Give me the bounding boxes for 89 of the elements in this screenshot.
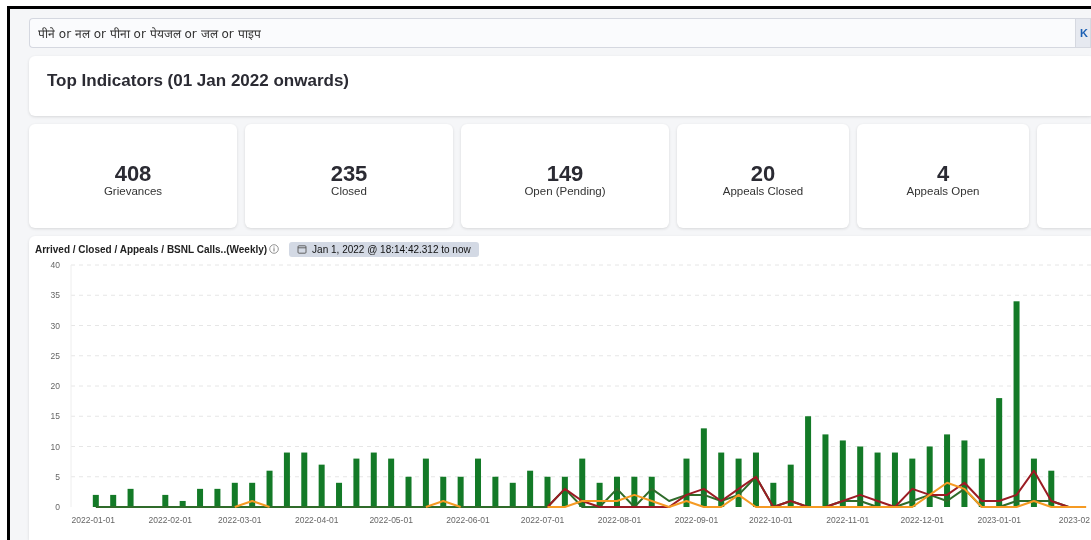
chart-bar: [1048, 470, 1055, 507]
chart-bar: [249, 482, 256, 507]
chart-bar: [683, 458, 690, 507]
stat-label: Appeals Open: [906, 185, 980, 197]
y-axis-label: 20: [50, 381, 60, 391]
stat-value: 149: [546, 163, 584, 185]
chart-bar: [561, 476, 568, 507]
stat-label: Open (Pending): [524, 185, 606, 197]
chart-bar: [544, 476, 551, 507]
x-axis-label: 2022-06-01: [446, 515, 490, 525]
chart-bar: [631, 476, 638, 507]
x-axis-label: 2022-02-01: [148, 515, 192, 525]
chart-bar: [770, 482, 777, 507]
stat-value: 408: [114, 163, 152, 185]
chart-bar: [596, 482, 603, 507]
y-axis-label: 5: [55, 471, 60, 482]
x-axis-label: 2023-01-01: [977, 515, 1021, 525]
chart-bar: [978, 458, 985, 507]
chart-bar: [509, 482, 516, 507]
stat-label: Closed: [331, 185, 367, 197]
chart-bar: [926, 446, 933, 507]
y-axis-label: 0: [55, 502, 60, 512]
chart-bar: [475, 458, 481, 507]
chart-bar: [1030, 458, 1037, 507]
chart-bar: [197, 488, 204, 507]
stat-value: 235: [330, 163, 368, 185]
chart-bar: [752, 452, 759, 507]
x-axis-label: 2022-09-01: [674, 515, 719, 525]
chart-bar: [214, 488, 221, 507]
x-axis-label: 2022-11-01: [826, 515, 870, 525]
chart-bar: [283, 452, 290, 507]
x-axis-label: 2022-08-01: [597, 515, 642, 525]
chart-bar: [231, 482, 238, 507]
chart-bar: [266, 470, 273, 507]
chart-bar: [318, 464, 325, 507]
chart-bar: [579, 458, 586, 507]
chart-bar: [787, 464, 794, 507]
chart-bar: [179, 500, 186, 507]
chart-bar: [614, 476, 620, 507]
y-axis-label: 10: [50, 441, 60, 452]
x-axis-label: 2022-05-01: [369, 515, 413, 525]
y-axis-label: 25: [50, 350, 60, 361]
x-axis-label: 2022-01-01: [71, 515, 116, 525]
calendar-icon: [297, 244, 308, 254]
x-axis-label: 2022-12-01: [900, 515, 944, 525]
chart-bar: [405, 476, 412, 507]
chart-bar: [735, 458, 742, 507]
stat-value: 4: [936, 163, 950, 185]
chart-bar: [961, 440, 968, 507]
chart-bar: [909, 458, 916, 507]
y-axis-label: 40: [50, 260, 60, 270]
chart-bar: [874, 452, 881, 507]
chart-bar: [162, 494, 169, 507]
search-button[interactable]: K: [1075, 18, 1091, 48]
y-axis-label: 30: [50, 320, 60, 331]
x-axis-label: 2022-04-01: [294, 515, 339, 525]
stat-label: Grievances: [103, 185, 163, 197]
chart-bar: [527, 470, 534, 507]
chart-bar: [839, 440, 846, 507]
chart-bar: [648, 476, 655, 507]
chart-title: Arrived / Closed / Appeals / BSNL Calls..(Weekly): [35, 243, 268, 255]
chart-bar: [457, 476, 464, 507]
x-axis-label: 2022-03-01: [218, 515, 262, 525]
indicators-title: Top Indicators (01 Jan 2022 onwards): [47, 71, 349, 91]
stat-label: Appeals Closed: [722, 185, 804, 197]
chart-bar: [422, 458, 429, 507]
chart-bar: [440, 476, 447, 507]
date-range-badge[interactable]: Jan 1, 2022 @ 18:14:42.312 to now: [289, 241, 479, 257]
y-axis-label: 35: [50, 290, 60, 301]
chart-bar: [857, 446, 864, 507]
x-axis-label: 2022-10-01: [749, 515, 793, 525]
chart-bar: [891, 452, 898, 507]
chart-bar: [110, 494, 117, 507]
x-axis-label: 2022-07-01: [520, 515, 565, 525]
chart-bar: [388, 458, 395, 507]
chart-bar: [336, 482, 343, 507]
info-icon[interactable]: [269, 244, 280, 254]
chart-bar: [127, 488, 134, 507]
chart-bar: [301, 452, 308, 507]
chart-bar: [92, 494, 99, 507]
x-axis-label: 2023-02: [1058, 515, 1090, 525]
chart-bar: [492, 476, 499, 507]
chart-bar: [353, 458, 360, 507]
search-field[interactable]: पीने or नल or पीना or पेयजल or जल or पाइप: [29, 18, 1075, 48]
chart-bar: [718, 452, 725, 507]
y-axis-label: 15: [50, 411, 60, 422]
date-range-text: Jan 1, 2022 @ 18:14:42.312 to now: [312, 243, 471, 255]
chart-bar: [370, 452, 377, 507]
stat-value: 20: [750, 163, 776, 185]
